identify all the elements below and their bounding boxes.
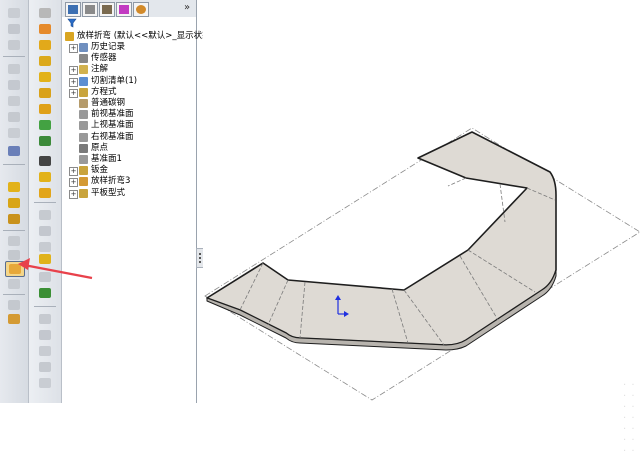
annotation-arrow-icon xyxy=(18,258,93,280)
